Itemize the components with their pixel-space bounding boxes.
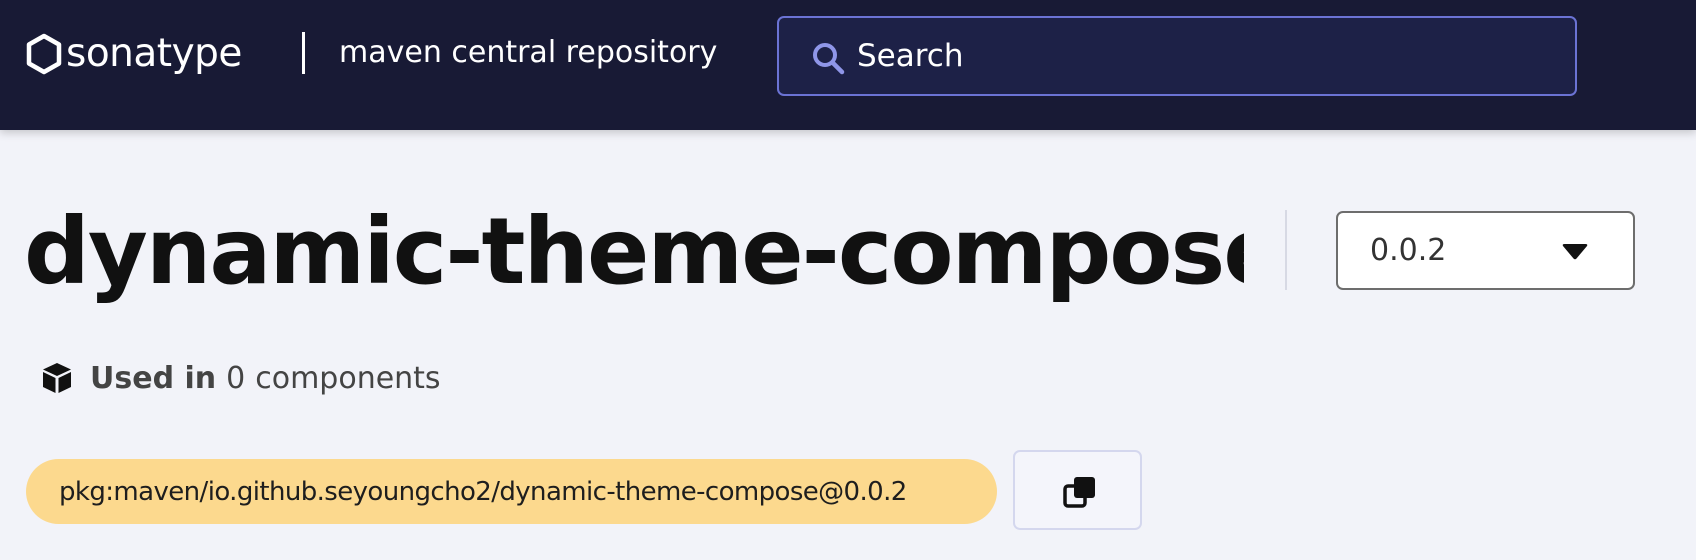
search-input[interactable]: [857, 18, 1557, 94]
cube-icon: [43, 363, 71, 393]
brand-divider: [302, 32, 305, 74]
usage-count: 0: [226, 360, 246, 396]
usage-label: Used in: [90, 360, 217, 396]
version-dropdown[interactable]: 0.0.2: [1336, 211, 1635, 290]
copy-icon: [1063, 477, 1095, 508]
caret-down-icon: [1562, 244, 1588, 260]
version-selected-value: 0.0.2: [1370, 233, 1447, 268]
purl-text: pkg:maven/io.github.seyoungcho2/dynamic-…: [59, 476, 907, 507]
search-icon: [813, 43, 845, 75]
copy-purl-button[interactable]: [1013, 450, 1142, 530]
title-divider: [1285, 210, 1287, 290]
artifact-title: dynamic-theme-compose: [24, 198, 1244, 305]
purl-badge: pkg:maven/io.github.seyoungcho2/dynamic-…: [26, 459, 997, 524]
brand-logo[interactable]: sonatype: [26, 30, 242, 78]
hexagon-logo-icon: [26, 33, 62, 75]
brand-name: sonatype: [66, 31, 242, 76]
usage-info: Used in 0 components: [40, 358, 441, 398]
usage-unit: components: [255, 360, 441, 396]
site-subtitle: maven central repository: [339, 35, 718, 70]
top-navbar: sonatype maven central repository: [0, 0, 1696, 130]
search-box[interactable]: [777, 16, 1577, 96]
